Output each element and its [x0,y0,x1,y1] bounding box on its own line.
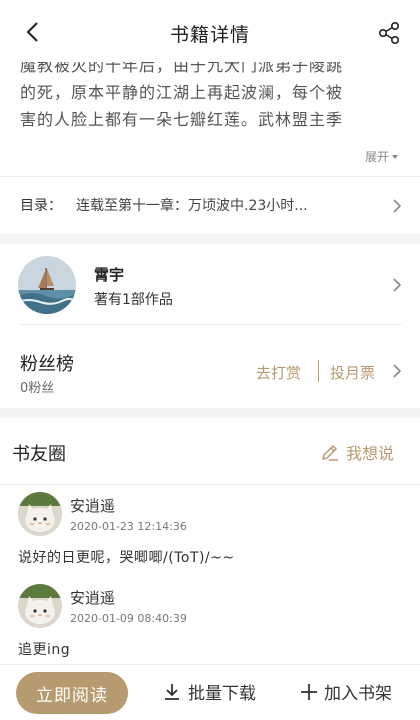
section-separator [0,234,420,244]
author-name: 霄宇 [94,266,125,284]
read-now-button[interactable]: 立即阅读 [16,672,128,714]
toc-label: 目录： [20,198,62,214]
cat-avatar-image [18,492,62,536]
comment-text: 追更ing [18,642,71,658]
comment-username: 安逍遥 [70,497,116,515]
book-synopsis: 魔教被灭的十年后，由于九大门派弟子陵跳 的死，原本平静的江湖上再起波澜，每个被 … [0,62,420,172]
divider [0,176,420,177]
book-circle-title: 书友圈 [12,444,66,465]
add-to-shelf-label: 加入书架 [324,684,392,704]
monthly-vote-button[interactable]: 投月票 [330,362,375,383]
divider [18,324,402,325]
divider [0,484,420,485]
write-comment-button[interactable]: 我想说 [320,440,394,464]
fan-ranking-row: 粉丝榜 0粉丝 去打赏 投月票 [0,334,420,404]
bottom-action-bar: 立即阅读 批量下载 加入书架 [0,664,420,720]
table-of-contents-row[interactable]: 目录： 连载至第十一章：万顷波中.23小时... [0,180,420,230]
chevron-right-icon [393,278,402,292]
write-comment-label: 我想说 [345,444,394,463]
chevron-right-icon[interactable] [392,363,402,379]
cat-avatar-image [18,584,62,628]
synopsis-text: 魔教被灭的十年后，由于九大门派弟子陵跳 的死，原本平静的江湖上再起波澜，每个被 … [20,62,404,133]
comment-text: 说好的日更呢，哭唧唧/(ToT)/~~ [18,550,235,566]
back-icon[interactable] [22,20,46,44]
expand-button[interactable]: 展开 [358,148,398,165]
fan-ranking-title: 粉丝榜 [20,354,74,375]
download-icon [165,683,179,700]
book-circle-header: 书友圈 我想说 [0,420,420,482]
top-bar: 书籍详情 [0,0,420,66]
add-to-shelf-button[interactable]: 加入书架 [300,679,392,704]
share-icon[interactable] [376,20,402,46]
author-works: 著有1部作品 [94,292,173,308]
chevron-right-icon [393,199,402,213]
fan-count: 0粉丝 [20,381,55,396]
caret-down-icon [392,154,398,159]
synopsis-line: 的死，原本平静的江湖上再起波澜，每个被 [20,83,344,102]
user-avatar [18,584,62,628]
comment-item[interactable]: 安逍遥 2020-01-23 12:14:36 说好的日更呢，哭唧唧/(ToT)… [0,492,420,576]
author-row[interactable]: 霄宇 著有1部作品 [0,246,420,324]
author-avatar [18,256,76,314]
synopsis-line: 魔教被灭的十年后，由于九大门派弟子陵跳 [20,62,344,75]
latest-chapter: 连载至第十一章：万顷波中.23小时... [76,198,308,214]
section-separator [0,408,420,418]
reward-button[interactable]: 去打赏 [256,362,301,383]
pen-icon [321,444,338,461]
plus-icon [301,683,317,700]
comment-username: 安逍遥 [70,589,116,607]
user-avatar [18,492,62,536]
comment-timestamp: 2020-01-23 12:14:36 [70,520,187,533]
comment-item[interactable]: 安逍遥 2020-01-09 08:40:39 追更ing [0,584,420,664]
page-title: 书籍详情 [169,23,250,46]
expand-label: 展开 [364,150,389,164]
synopsis-line: 害的人脸上都有一朵七瓣红莲。武林盟主季 [20,110,344,129]
batch-download-button[interactable]: 批量下载 [162,679,256,704]
comment-timestamp: 2020-01-09 08:40:39 [70,612,187,625]
batch-download-label: 批量下载 [188,684,256,704]
sailboat-image [18,256,76,314]
divider [318,360,319,382]
